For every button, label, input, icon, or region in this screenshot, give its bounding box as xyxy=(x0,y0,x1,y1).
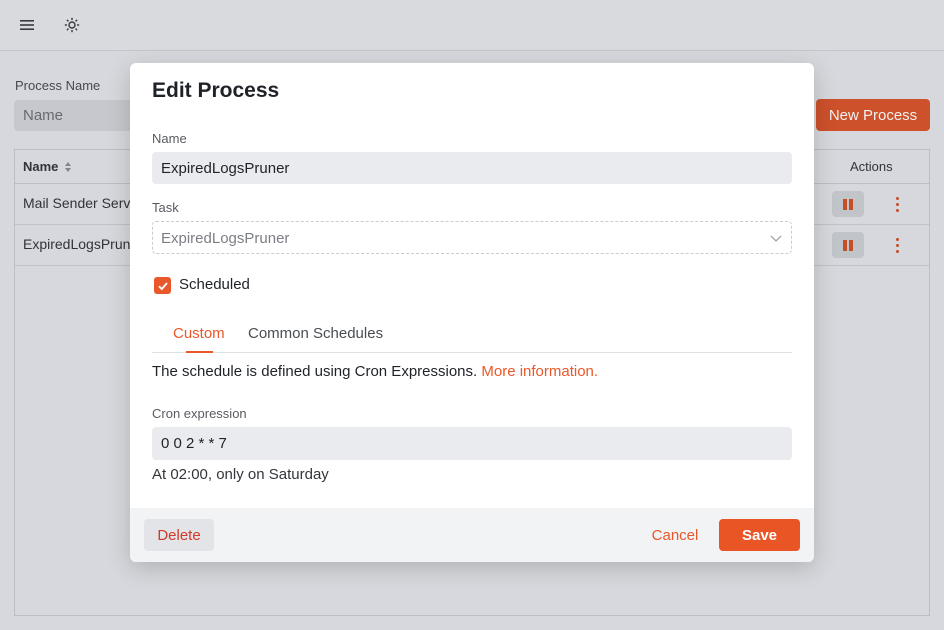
delete-button[interactable]: Delete xyxy=(144,519,214,551)
edit-process-dialog: Edit Process Name Task ExpiredLogsPruner… xyxy=(130,63,814,562)
task-select[interactable]: ExpiredLogsPruner xyxy=(152,221,792,254)
scheduled-label[interactable]: Scheduled xyxy=(179,276,250,293)
schedule-description: The schedule is defined using Cron Expre… xyxy=(152,363,598,380)
cron-field-label: Cron expression xyxy=(152,406,247,421)
tab-custom[interactable]: Custom xyxy=(173,325,225,342)
cron-human-readable: At 02:00, only on Saturday xyxy=(152,466,329,483)
dialog-footer: Delete Cancel Save xyxy=(130,508,814,562)
more-information-link[interactable]: More information. xyxy=(481,363,598,380)
task-select-value: ExpiredLogsPruner xyxy=(161,230,290,247)
name-field[interactable] xyxy=(152,152,792,184)
check-icon xyxy=(157,281,168,290)
schedule-description-text: The schedule is defined using Cron Expre… xyxy=(152,363,482,380)
scheduled-checkbox[interactable] xyxy=(154,277,171,294)
cron-expression-field[interactable] xyxy=(152,427,792,460)
dialog-title: Edit Process xyxy=(152,79,280,102)
active-tab-indicator xyxy=(186,351,213,353)
schedule-tabs: Custom Common Schedules xyxy=(152,319,792,353)
cancel-button[interactable]: Cancel xyxy=(640,519,710,551)
tab-common-schedules[interactable]: Common Schedules xyxy=(248,325,383,342)
chevron-down-icon xyxy=(770,235,782,242)
task-field-label: Task xyxy=(152,200,179,215)
name-field-label: Name xyxy=(152,131,187,146)
save-button[interactable]: Save xyxy=(719,519,800,551)
